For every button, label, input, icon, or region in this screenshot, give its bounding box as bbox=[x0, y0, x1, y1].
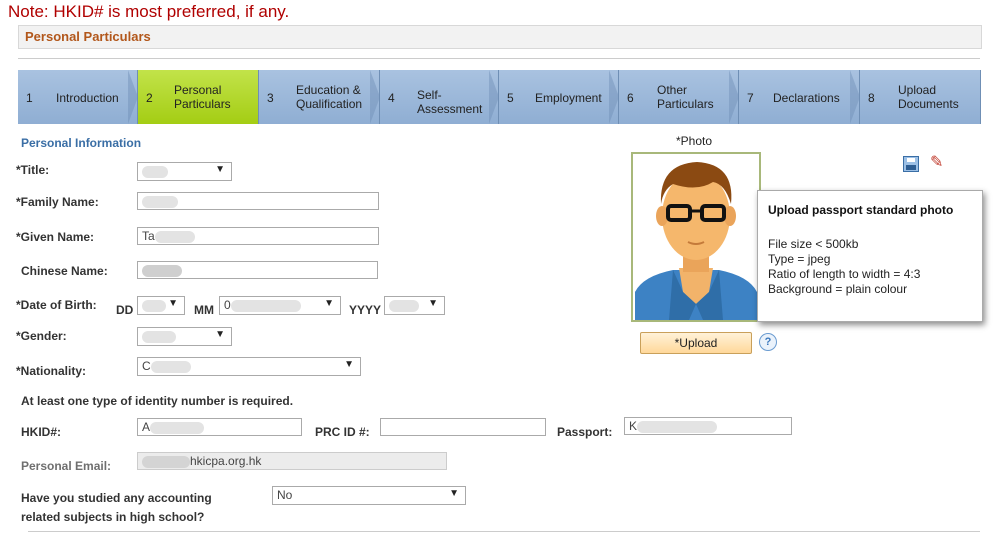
nationality-label: *Nationality: bbox=[16, 364, 87, 378]
step-number: 6 bbox=[627, 91, 634, 105]
title-label: *Title: bbox=[16, 163, 50, 177]
step-number: 5 bbox=[507, 91, 514, 105]
dob-day-select[interactable]: ▼ bbox=[137, 296, 185, 315]
step-label: Upload Documents bbox=[898, 83, 959, 111]
step-label: Other Particulars bbox=[657, 83, 714, 111]
passport-value: K bbox=[629, 419, 638, 433]
accounting-question: Have you studied any accounting related … bbox=[21, 489, 212, 527]
popup-title: Upload passport standard photo bbox=[768, 203, 954, 217]
chevron-down-icon: ▼ bbox=[449, 488, 459, 499]
given-name-input[interactable]: Ta bbox=[137, 227, 379, 245]
accounting-question-line1: Have you studied any accounting bbox=[21, 491, 212, 505]
step-label: Education & Qualification bbox=[296, 83, 363, 111]
section-header: Personal Particulars bbox=[18, 25, 982, 49]
email-label: Personal Email: bbox=[21, 459, 112, 473]
step-upload-documents[interactable]: 8 Upload Documents bbox=[860, 70, 981, 124]
step-education-qualification[interactable]: 3 Education & Qualification bbox=[259, 70, 380, 124]
passport-label: Passport: bbox=[557, 425, 613, 439]
accounting-select[interactable]: No ▼ bbox=[272, 486, 466, 505]
save-icon[interactable] bbox=[903, 156, 919, 172]
chevron-down-icon: ▼ bbox=[428, 298, 438, 309]
nationality-select[interactable]: C ▼ bbox=[137, 357, 361, 376]
hkid-value: A bbox=[142, 420, 151, 434]
chevron-down-icon: ▼ bbox=[215, 329, 225, 340]
step-number: 8 bbox=[868, 91, 875, 105]
step-employment[interactable]: 5 Employment bbox=[499, 70, 619, 124]
passport-input[interactable]: K bbox=[624, 417, 792, 435]
mm-label: MM bbox=[194, 303, 214, 317]
step-label: Personal Particulars bbox=[174, 83, 231, 111]
help-icon[interactable]: ? bbox=[759, 333, 777, 351]
step-personal-particulars[interactable]: 2 Personal Particulars bbox=[138, 70, 259, 124]
chinese-name-input[interactable] bbox=[137, 261, 378, 279]
popup-line-background: Background = plain colour bbox=[768, 282, 908, 296]
step-introduction[interactable]: 1 Introduction bbox=[18, 70, 138, 124]
note-text: Note: HKID# is most preferred, if any. bbox=[8, 2, 290, 21]
popup-line-type: Type = jpeg bbox=[768, 252, 831, 266]
popup-line-file-size: File size < 500kb bbox=[768, 237, 859, 251]
step-other-particulars[interactable]: 6 Other Particulars bbox=[619, 70, 739, 124]
family-name-label: *Family Name: bbox=[16, 195, 99, 209]
email-value: hkicpa.org.hk bbox=[190, 454, 262, 468]
yyyy-label: YYYY bbox=[349, 303, 382, 317]
gender-select[interactable]: ▼ bbox=[137, 327, 232, 346]
hkid-input[interactable]: A bbox=[137, 418, 302, 436]
step-number: 2 bbox=[146, 91, 153, 105]
given-name-value: Ta bbox=[142, 229, 155, 243]
dob-month-select[interactable]: 0 ▼ bbox=[219, 296, 341, 315]
step-number: 1 bbox=[26, 91, 33, 105]
dob-year-select[interactable]: ▼ bbox=[384, 296, 445, 315]
step-label: Self- Assessment bbox=[417, 88, 483, 116]
photo-frame bbox=[631, 152, 761, 322]
step-number: 7 bbox=[747, 91, 754, 105]
email-input[interactable]: hkicpa.org.hk bbox=[137, 452, 447, 470]
step-declarations[interactable]: 7 Declarations bbox=[739, 70, 860, 124]
prc-input[interactable] bbox=[380, 418, 546, 436]
step-number: 3 bbox=[267, 91, 274, 105]
month-value: 0 bbox=[224, 298, 231, 312]
divider bbox=[28, 531, 980, 532]
hkid-label: HKID#: bbox=[21, 425, 62, 439]
chevron-down-icon: ▼ bbox=[168, 298, 178, 309]
photo-requirements-popup: Upload passport standard photo File size… bbox=[757, 190, 983, 322]
step-label: Introduction bbox=[56, 91, 119, 105]
gender-label: *Gender: bbox=[16, 329, 67, 343]
given-name-label: *Given Name: bbox=[16, 230, 95, 244]
family-name-input[interactable] bbox=[137, 192, 379, 210]
avatar bbox=[633, 154, 759, 320]
eraser-icon[interactable]: ✎ bbox=[930, 152, 943, 172]
nationality-value: C bbox=[142, 359, 151, 373]
chevron-down-icon: ▼ bbox=[215, 164, 225, 175]
dd-label: DD bbox=[116, 303, 134, 317]
accounting-value: No bbox=[277, 488, 293, 502]
upload-button[interactable]: *Upload bbox=[640, 332, 752, 354]
title-select[interactable]: ▼ bbox=[137, 162, 232, 181]
accounting-question-line2: related subjects in high school? bbox=[21, 510, 205, 524]
chevron-down-icon: ▼ bbox=[324, 298, 334, 309]
photo-label: *Photo bbox=[676, 134, 713, 148]
section-title: Personal Particulars bbox=[25, 29, 151, 44]
step-label: Declarations bbox=[773, 91, 840, 105]
id-required-text: At least one type of identity number is … bbox=[21, 394, 294, 408]
prc-label: PRC ID #: bbox=[315, 425, 370, 439]
chevron-down-icon: ▼ bbox=[344, 359, 354, 370]
chinese-name-label: Chinese Name: bbox=[21, 264, 108, 278]
step-self-assessment[interactable]: 4 Self- Assessment bbox=[380, 70, 499, 124]
divider bbox=[18, 58, 980, 59]
dob-label: *Date of Birth: bbox=[16, 298, 97, 312]
popup-line-ratio: Ratio of length to width = 4:3 bbox=[768, 267, 921, 281]
step-label: Employment bbox=[535, 91, 602, 105]
step-number: 4 bbox=[388, 91, 395, 105]
personal-info-heading: Personal Information bbox=[21, 136, 142, 150]
